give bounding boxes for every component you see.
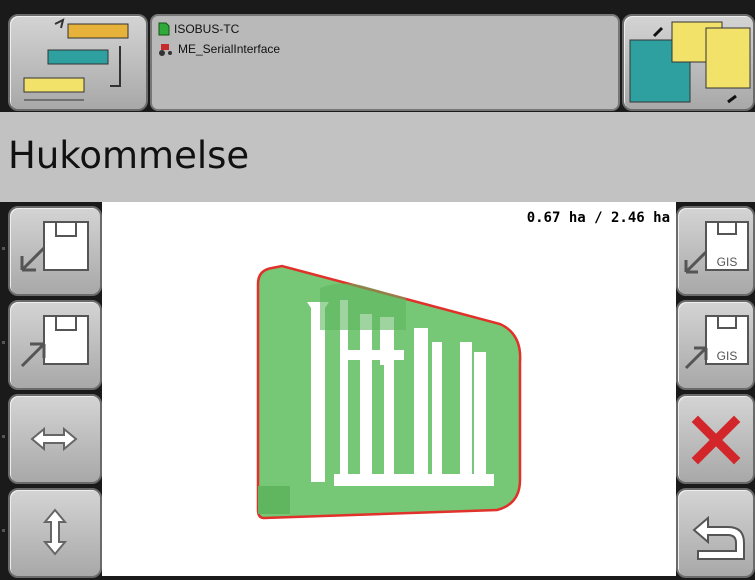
coverage-map <box>256 264 522 520</box>
return-icon <box>692 515 745 560</box>
title-bar: Hukommelse <box>0 112 755 202</box>
status-line-interface: ME_SerialInterface <box>178 42 281 56</box>
top-bar: ISOBUS-TC ME_SerialInterface <box>0 0 755 112</box>
return-button[interactable] <box>676 488 755 578</box>
layout-switch-icon <box>23 18 129 101</box>
page-title: Hukommelse <box>8 134 250 177</box>
delete-button[interactable] <box>676 394 755 484</box>
delete-x-icon <box>691 415 741 465</box>
left-softkey-column <box>0 202 102 578</box>
map-view-button[interactable] <box>622 14 755 111</box>
softkey-marker <box>2 435 5 438</box>
softkey-marker <box>2 529 5 532</box>
load-gis-icon: GIS <box>684 221 749 274</box>
status-line-task: ISOBUS-TC <box>174 22 240 36</box>
save-gis-icon: GIS <box>684 315 749 370</box>
layout-switch-button[interactable] <box>8 14 148 111</box>
tractor-icon <box>159 44 172 56</box>
document-icon <box>158 22 170 36</box>
softkey-marker <box>2 247 5 250</box>
save-to-memory-button[interactable] <box>8 300 102 390</box>
map-view-icon <box>629 21 751 104</box>
save-to-disk-icon <box>20 315 89 368</box>
save-gis-button[interactable]: GIS <box>676 300 755 390</box>
gis-label: GIS <box>717 255 738 269</box>
overlap-patch <box>258 486 290 514</box>
right-softkey-column: GIS GIS <box>676 202 755 578</box>
load-from-disk-icon <box>20 221 89 272</box>
gis-label: GIS <box>717 349 738 363</box>
field-map[interactable]: 0.67 ha / 2.46 ha <box>102 202 676 576</box>
load-from-memory-button[interactable] <box>8 206 102 296</box>
overlap-patch <box>320 283 406 330</box>
vertical-stretch-button[interactable] <box>8 488 102 578</box>
vertical-arrows-icon <box>42 508 68 556</box>
horizontal-stretch-button[interactable] <box>8 394 102 484</box>
softkey-marker <box>2 341 5 344</box>
load-gis-button[interactable]: GIS <box>676 206 755 296</box>
status-panel: ISOBUS-TC ME_SerialInterface <box>150 14 620 111</box>
horizontal-arrows-icon <box>30 426 78 452</box>
